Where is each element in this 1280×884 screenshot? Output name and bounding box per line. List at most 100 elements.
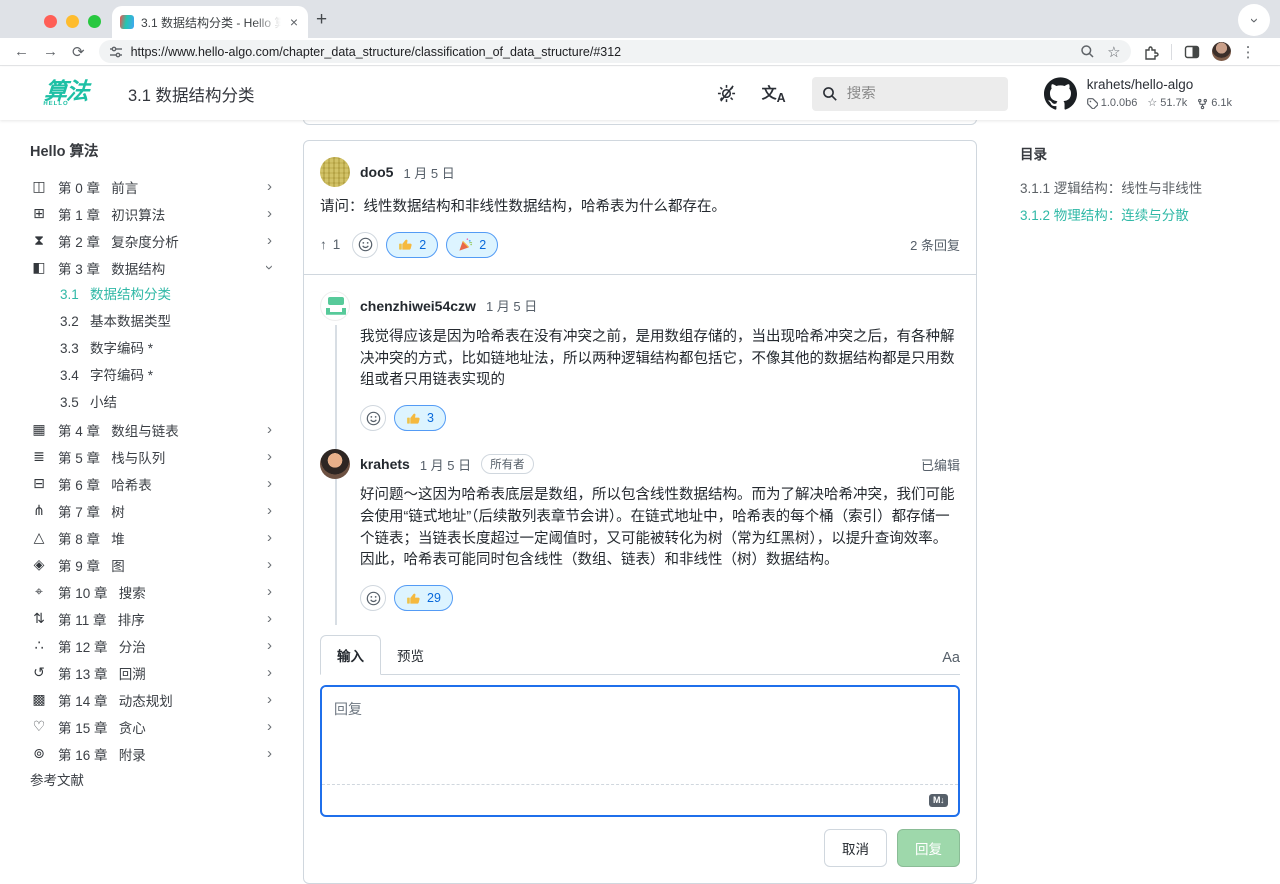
- chevron-right-icon[interactable]: ›: [267, 718, 272, 735]
- upvote-count: 1: [333, 237, 341, 252]
- thumbs-up-icon: [406, 591, 421, 606]
- comment-author[interactable]: doo5: [360, 164, 393, 180]
- sidebar-item-chapter-0[interactable]: ◫ 第 0 章 前言 ›: [30, 173, 280, 200]
- sidebar-subitem[interactable]: 3.5 小结: [30, 389, 280, 416]
- chapter-label: 第 15 章 贪心: [58, 717, 267, 737]
- address-bar[interactable]: https://www.hello-algo.com/chapter_data_…: [99, 40, 1131, 63]
- comment-author[interactable]: chenzhiwei54czw: [360, 298, 476, 314]
- back-icon[interactable]: ←: [14, 43, 29, 60]
- sidebar-subitem[interactable]: 3.2 基本数据类型: [30, 308, 280, 335]
- sidebar-item-chapter-12[interactable]: ∴ 第 12 章 分治 ›: [30, 632, 280, 659]
- sidebar-item-chapter-11[interactable]: ⇅ 第 11 章 排序 ›: [30, 605, 280, 632]
- toc-item[interactable]: 3.1.2 物理结构：连续与分散: [1020, 202, 1260, 229]
- sidebar-subitem[interactable]: 3.3 数字编码 *: [30, 335, 280, 362]
- hello-algo-logo[interactable]: 算法HELLO: [43, 80, 89, 107]
- sidebar-item-chapter-2[interactable]: ⧗ 第 2 章 复杂度分析 ›: [30, 227, 280, 254]
- chevron-right-icon[interactable]: ›: [267, 637, 272, 654]
- site-settings-icon[interactable]: [109, 45, 123, 59]
- chapter-label: 第 2 章 复杂度分析: [58, 231, 267, 251]
- sidebar-subitem[interactable]: 3.1 数据结构分类: [30, 281, 280, 308]
- comment-date[interactable]: 1 月 5 日: [420, 455, 471, 474]
- sidebar-item-chapter-14[interactable]: ▩ 第 14 章 动态规划 ›: [30, 686, 280, 713]
- browser-tab[interactable]: 3.1 数据结构分类 - Hello 算法 ×: [112, 6, 308, 38]
- chevron-right-icon[interactable]: ›: [267, 421, 272, 438]
- hourglass-icon: ⧗: [30, 232, 48, 249]
- comment-date[interactable]: 1 月 5 日: [403, 163, 454, 182]
- markdown-icon[interactable]: M↓: [929, 794, 948, 807]
- sidebar-item-chapter-16[interactable]: ⊚ 第 16 章 附录 ›: [30, 740, 280, 767]
- search-box[interactable]: [812, 77, 1008, 111]
- bookmark-star-icon[interactable]: ☆: [1107, 43, 1120, 61]
- theme-toggle-icon[interactable]: [717, 84, 736, 103]
- sidebar-item-chapter-7[interactable]: ⋔ 第 7 章 树 ›: [30, 497, 280, 524]
- new-tab-button[interactable]: +: [316, 9, 327, 31]
- avatar[interactable]: [320, 291, 350, 321]
- chevron-right-icon[interactable]: ›: [267, 556, 272, 573]
- browser-profile-avatar[interactable]: [1212, 42, 1231, 61]
- chevron-right-icon[interactable]: ›: [267, 178, 272, 195]
- text-format-toggle[interactable]: Aa: [942, 650, 960, 674]
- repo-stars: 51.7k: [1160, 95, 1187, 112]
- chevron-right-icon[interactable]: ›: [267, 448, 272, 465]
- upvote-button[interactable]: ↑1: [320, 237, 340, 252]
- comment-doo5: doo5 1 月 5 日 请问：线性数据结构和非线性数据结构，哈希表为什么都存在…: [304, 141, 976, 274]
- add-reaction-button[interactable]: [360, 405, 386, 431]
- chevron-right-icon[interactable]: ›: [267, 664, 272, 681]
- add-reaction-button[interactable]: [360, 585, 386, 611]
- chevron-right-icon[interactable]: ›: [267, 583, 272, 600]
- avatar[interactable]: [320, 449, 350, 479]
- browser-menu-icon[interactable]: ⋮: [1241, 43, 1256, 61]
- reply-submit-button[interactable]: 回复: [897, 829, 960, 867]
- reaction-thumbs-up[interactable]: 2: [386, 232, 438, 258]
- search-input[interactable]: [847, 86, 977, 102]
- forward-icon[interactable]: →: [43, 43, 58, 60]
- chevron-right-icon[interactable]: ›: [267, 610, 272, 627]
- tab-close-icon[interactable]: ×: [288, 15, 300, 29]
- reply-textarea[interactable]: [322, 687, 958, 785]
- side-panel-icon[interactable]: [1184, 44, 1200, 60]
- sidebar-item-chapter-1[interactable]: ⊞ 第 1 章 初识算法 ›: [30, 200, 280, 227]
- toc-panel: 目录 3.1.1 逻辑结构：线性与非线性3.1.2 物理结构：连续与分散: [1020, 143, 1260, 229]
- chevron-right-icon[interactable]: ›: [267, 232, 272, 249]
- sidebar-item-chapter-9[interactable]: ◈ 第 9 章 图 ›: [30, 551, 280, 578]
- url-text[interactable]: https://www.hello-algo.com/chapter_data_…: [131, 45, 1073, 59]
- reaction-thumbs-up[interactable]: 3: [394, 405, 446, 431]
- chevron-right-icon[interactable]: ›: [267, 745, 272, 762]
- fullscreen-window-button[interactable]: [88, 15, 101, 28]
- reaction-thumbs-up[interactable]: 29: [394, 585, 453, 611]
- reload-icon[interactable]: ⟳: [72, 43, 85, 61]
- avatar[interactable]: [320, 157, 350, 187]
- github-repo-link[interactable]: krahets/hello-algo 1.0.0b6 ☆51.7k 6.1k: [1044, 75, 1232, 112]
- sidebar-item-chapter-6[interactable]: ⊟ 第 6 章 哈希表 ›: [30, 470, 280, 497]
- sidebar-item-chapter-15[interactable]: ♡ 第 15 章 贪心 ›: [30, 713, 280, 740]
- sidebar-item-chapter-4[interactable]: ▦ 第 4 章 数组与链表 ›: [30, 416, 280, 443]
- reaction-tada[interactable]: 2: [446, 232, 498, 258]
- translate-icon[interactable]: 文A: [762, 82, 786, 105]
- toc-item[interactable]: 3.1.1 逻辑结构：线性与非线性: [1020, 175, 1260, 202]
- extensions-icon[interactable]: [1143, 44, 1159, 60]
- comment-date[interactable]: 1 月 5 日: [486, 296, 537, 315]
- cancel-button[interactable]: 取消: [824, 829, 887, 867]
- minimize-window-button[interactable]: [66, 15, 79, 28]
- sidebar-item-chapter-3[interactable]: ◧ 第 3 章 数据结构 ›: [30, 254, 280, 281]
- sidebar-item-chapter-10[interactable]: ⌖ 第 10 章 搜索 ›: [30, 578, 280, 605]
- tab-preview[interactable]: 预览: [381, 636, 440, 674]
- sidebar-item-references[interactable]: 参考文献: [30, 767, 280, 794]
- chevron-right-icon[interactable]: ›: [267, 475, 272, 492]
- sidebar-item-chapter-5[interactable]: ≣ 第 5 章 栈与队列 ›: [30, 443, 280, 470]
- chevron-right-icon[interactable]: ›: [267, 205, 272, 222]
- sidebar-item-chapter-8[interactable]: △ 第 8 章 堆 ›: [30, 524, 280, 551]
- chevron-right-icon[interactable]: ›: [267, 529, 272, 546]
- tab-search-button[interactable]: ›: [1238, 4, 1270, 36]
- add-reaction-button[interactable]: [352, 232, 378, 258]
- chevron-down-icon[interactable]: ›: [261, 265, 278, 270]
- github-icon: [1044, 77, 1077, 110]
- sidebar-subitem[interactable]: 3.4 字符编码 *: [30, 362, 280, 389]
- chevron-right-icon[interactable]: ›: [267, 691, 272, 708]
- tab-write[interactable]: 输入: [320, 635, 381, 675]
- comment-author[interactable]: krahets: [360, 456, 410, 472]
- sidebar-item-chapter-13[interactable]: ↺ 第 13 章 回溯 ›: [30, 659, 280, 686]
- chevron-right-icon[interactable]: ›: [267, 502, 272, 519]
- close-window-button[interactable]: [44, 15, 57, 28]
- zoom-icon[interactable]: [1080, 44, 1095, 59]
